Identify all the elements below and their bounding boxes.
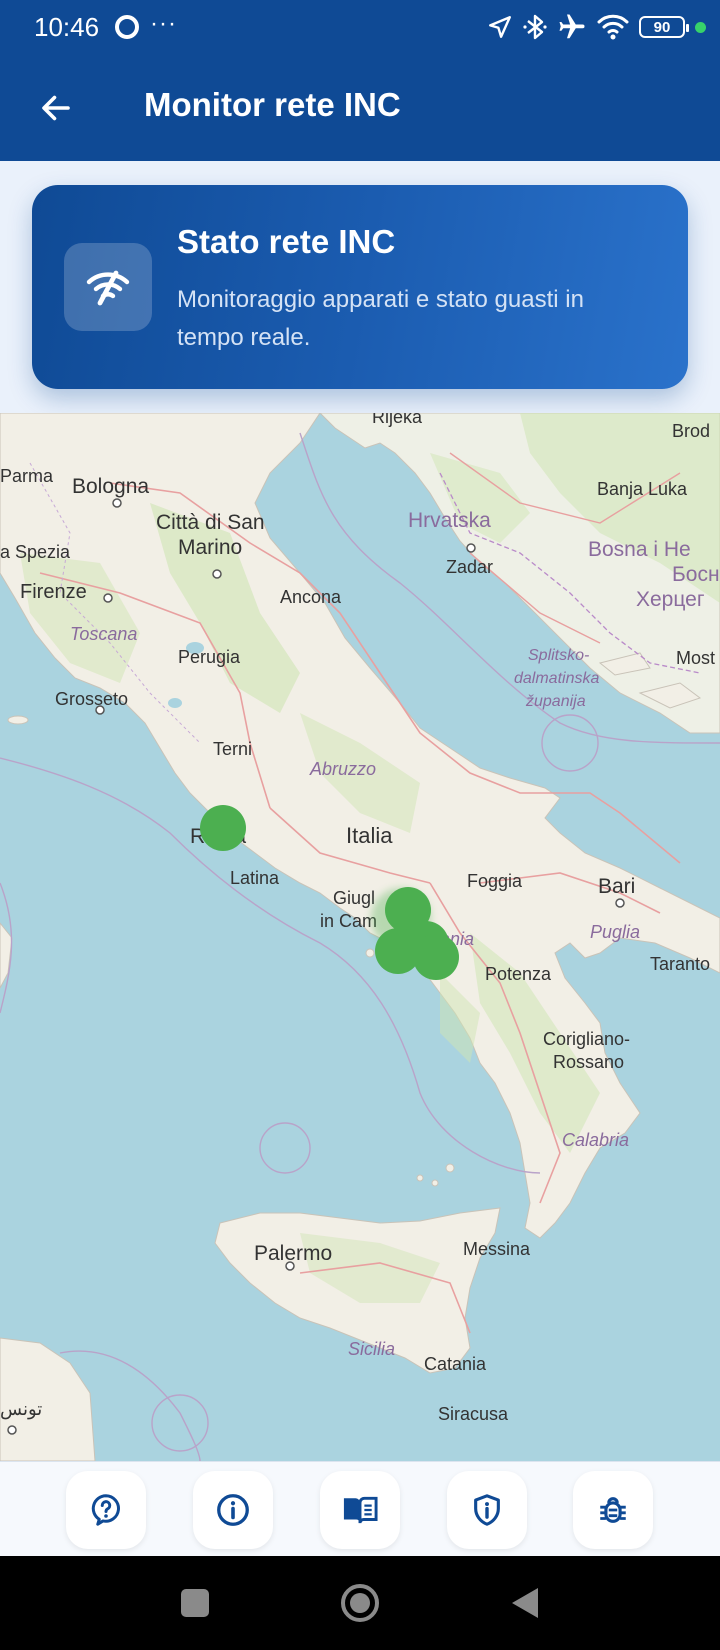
map-label-banja-luka: Banja Luka [597,479,688,499]
map-label-tunisia: تونس [0,1399,42,1420]
more-notifications-icon: ··· [150,10,177,37]
card-subtitle: Monitoraggio apparati e stato guasti in … [177,286,584,351]
network-status-card: Stato rete INC Monitoraggio apparati e s… [32,185,688,389]
page-title: Monitor rete INC [144,86,401,123]
map-label-siracusa: Siracusa [438,1404,509,1424]
nav-back-button[interactable] [497,1578,553,1628]
map-label-bosna-cyr: Босн [672,563,720,586]
system-nav-bar [0,1556,720,1650]
bluetooth-icon [523,14,547,40]
battery-level: 90 [653,18,671,36]
map-label-rossano: Rossano [553,1052,624,1072]
map-label-grosseto: Grosseto [55,689,128,709]
battery-icon: 90 [639,16,689,38]
map-label-ancona: Ancona [280,587,342,607]
map-label-brod: Brod [672,421,710,441]
map-label-parma: Parma [0,466,54,486]
map-label-citta-di-san: Città di San [156,511,265,534]
map-label-hrvatska: Hrvatska [408,509,491,532]
notification-ring-icon [115,15,139,39]
map-label-terni: Terni [213,739,252,759]
status-time: 10:46 [34,12,100,42]
location-arrow-icon [489,16,511,38]
marker-campania-4[interactable] [413,934,459,980]
manual-button[interactable] [320,1471,400,1549]
map-label-puglia: Puglia [590,922,640,942]
info-icon [217,1494,249,1526]
map-label-messina: Messina [463,1239,531,1259]
map-label-foggia: Foggia [467,871,523,891]
map-label-giugliano: Giugl [333,888,375,908]
map-label-italia: Italia [346,823,393,848]
manual-icon [343,1496,378,1524]
map-label-bosna: Bosna i He [588,538,691,561]
card-title: Stato rete INC [177,223,396,260]
map-label-most: Most [676,648,715,668]
arrow-left-icon [42,95,70,121]
wifi-icon [597,14,629,40]
map-label-bologna: Bologna [72,475,149,498]
map-label-rijeka: Rijeka [372,413,423,427]
map-label-firenze: Firenze [20,581,87,603]
map-label-latina: Latina [230,868,280,888]
map-label-in-campania: in Cam [320,911,377,931]
map-label-perugia: Perugia [178,647,241,667]
map-label-palermo: Palermo [254,1242,332,1265]
privacy-shield-icon [474,1494,500,1526]
map-label-toscana: Toscana [70,624,137,644]
info-button[interactable] [193,1471,273,1549]
triangle-back-icon [512,1588,538,1618]
map-label-corigliano: Corigliano- [543,1029,630,1049]
bug-report-icon [600,1497,626,1523]
hero-icon-container [64,243,152,331]
wifi-off-icon [86,270,130,306]
map-label-abruzzo: Abruzzo [309,759,376,779]
map-label-zadar: Zadar [446,557,493,577]
map-label-calabria: Calabria [562,1130,629,1150]
map-label-zupanija: županija [525,693,586,710]
map-label-catania: Catania [424,1354,487,1374]
map-label-dalmatinska: dalmatinska [514,670,599,687]
status-icons: 90 [487,10,706,44]
back-button[interactable] [30,82,82,134]
map-label-bari: Bari [598,875,635,898]
network-map[interactable]: Rijeka Brod Parma Bologna Città di San M… [0,413,720,1461]
app-bar: Monitor rete INC [0,54,720,161]
map-label-potenza: Potenza [485,964,552,984]
recents-button[interactable] [167,1578,223,1628]
status-bar: 10:46 ··· 90 [0,0,720,54]
help-icon [91,1494,120,1526]
map-label-la-spezia: a Spezia [0,542,71,562]
home-button[interactable] [332,1578,388,1628]
app-screen: 10:46 ··· 90 Monitor rete INC Stato rete… [0,0,720,1650]
map-label-herceg-cyr: Херцег [636,588,705,611]
privacy-button[interactable] [447,1471,527,1549]
help-button[interactable] [66,1471,146,1549]
bottom-toolbar [0,1461,720,1556]
square-icon [181,1589,209,1617]
map-label-sicilia: Sicilia [348,1339,395,1359]
marker-roma[interactable] [200,805,246,851]
map-label-splitsko: Splitsko- [528,647,589,664]
map-label-taranto: Taranto [650,954,710,974]
bug-report-button[interactable] [573,1471,653,1549]
map-label-marino: Marino [178,536,242,559]
camera-in-use-dot [695,21,706,33]
home-circle-icon [341,1584,379,1622]
airplane-mode-icon [559,14,585,39]
